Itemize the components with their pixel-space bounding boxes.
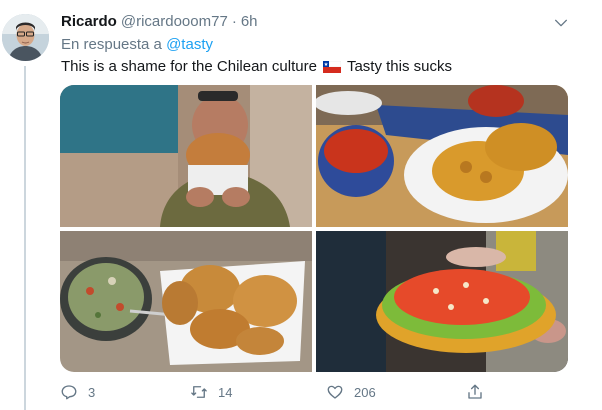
tweet-timestamp[interactable]: 6h: [241, 13, 258, 30]
retweet-button[interactable]: 14: [190, 383, 232, 401]
tweet-actions: 3 14 206: [60, 380, 520, 404]
like-button[interactable]: 206: [326, 383, 376, 401]
reply-icon: [61, 385, 77, 400]
photo-2[interactable]: [316, 85, 568, 227]
pebre-bowl-and-sopaipillas-image: [60, 231, 312, 372]
media-grid: [60, 85, 568, 372]
chile-flag-icon: [322, 60, 341, 73]
like-count: 206: [354, 384, 376, 400]
avatar[interactable]: [2, 14, 49, 61]
share-button[interactable]: [466, 383, 484, 401]
heart-icon: [327, 385, 343, 399]
author-name[interactable]: Ricardo: [61, 13, 117, 30]
reply-prefix: En respuesta a: [61, 36, 162, 53]
man-eating-sopaipilla-image: [60, 85, 312, 227]
reply-mention-link[interactable]: @tasty: [166, 36, 213, 53]
more-options-button[interactable]: [550, 12, 572, 34]
avatar-image: [2, 14, 49, 61]
reply-count: 3: [88, 384, 96, 400]
reply-button[interactable]: 3: [60, 383, 95, 401]
header-separator: ·: [231, 13, 237, 30]
photo-3[interactable]: [60, 231, 312, 372]
tweet-text-part-1: This is a shame for the Chilean culture: [61, 58, 317, 75]
reply-context: En respuesta a @tasty: [61, 36, 213, 53]
author-handle[interactable]: @ricardooom77: [121, 13, 228, 30]
photo-1[interactable]: [60, 85, 312, 227]
sopaipillas-with-salsa-image: [316, 85, 568, 227]
retweet-count: 14: [218, 384, 233, 400]
tweet-header: Ricardo @ricardooom77 · 6h: [61, 13, 562, 35]
tweet-text: This is a shame for the Chilean culture …: [61, 58, 452, 75]
sopaipilla-with-guacamole-image: [316, 231, 568, 372]
tweet-text-part-2: Tasty this sucks: [346, 58, 452, 75]
retweet-icon: [191, 386, 207, 398]
thread-line: [24, 66, 26, 410]
share-icon: [468, 384, 482, 399]
photo-4[interactable]: [316, 231, 568, 372]
chevron-down-icon: [555, 19, 567, 27]
